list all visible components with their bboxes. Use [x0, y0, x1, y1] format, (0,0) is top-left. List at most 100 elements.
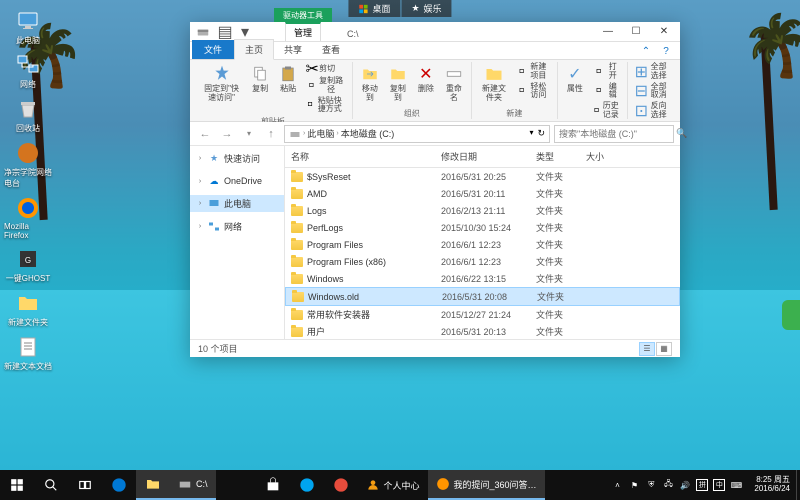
show-desktop-button[interactable]	[796, 470, 800, 500]
file-row[interactable]: Logs2016/2/13 21:11文件夹	[285, 202, 680, 219]
file-row[interactable]: 用户2016/5/31 20:13文件夹	[285, 323, 680, 339]
select-all-button[interactable]: ⊞全部选择	[632, 62, 672, 82]
desktop-icon-app-1[interactable]: 净宗学院网络电台	[4, 140, 52, 189]
search-button[interactable]	[34, 470, 68, 500]
tray-ime-icon-2[interactable]: 中	[713, 479, 725, 491]
cut-button[interactable]: ✂剪切	[303, 62, 348, 76]
explorer-taskbar-button[interactable]	[136, 470, 170, 500]
forward-button[interactable]: →	[218, 125, 236, 143]
tray-ime-icon[interactable]: 拼	[696, 479, 708, 491]
desktop-icon-this-pc[interactable]: 此电脑	[4, 8, 52, 46]
desktop-icon-recycle-bin[interactable]: 回收站	[4, 96, 52, 134]
personal-center-button[interactable]: 个人中心	[358, 470, 428, 500]
search-box[interactable]: 🔍	[554, 125, 674, 143]
file-row[interactable]: Program Files (x86)2016/6/1 12:23文件夹	[285, 253, 680, 270]
tray-shield-icon[interactable]: ⛨	[645, 479, 657, 491]
navigation-pane: ›★快速访问 ›☁OneDrive ›此电脑 ›网络	[190, 146, 285, 339]
context-sub-tab[interactable]: 管理	[285, 22, 321, 41]
tray-up-icon[interactable]: ˄	[611, 479, 623, 491]
qat-dropdown[interactable]: ▾	[236, 24, 254, 40]
close-button[interactable]: ✕	[650, 23, 678, 41]
file-row[interactable]: $SysReset2016/5/31 20:25文件夹	[285, 168, 680, 185]
select-none-button[interactable]: ⊟全部取消	[632, 82, 672, 102]
tab-view[interactable]: 查看	[312, 40, 350, 59]
tab-share[interactable]: 共享	[274, 40, 312, 59]
column-type[interactable]: 类型	[530, 148, 580, 165]
rename-button[interactable]: 重命名	[441, 62, 467, 105]
nav-network[interactable]: ›网络	[190, 218, 284, 235]
history-button[interactable]: ▫历史记录	[590, 101, 623, 121]
copy-button[interactable]: 复制	[247, 62, 273, 96]
ribbon-collapse[interactable]: ⌃	[638, 43, 654, 59]
desktop-icon-ghost[interactable]: G一键GHOST	[4, 246, 52, 284]
app-button-1[interactable]	[290, 470, 324, 500]
minimize-button[interactable]: —	[594, 23, 622, 41]
clock[interactable]: 8:25 周五 2016/6/24	[748, 476, 796, 494]
start-button[interactable]	[0, 470, 34, 500]
top-tab-entertainment[interactable]: ★娱乐	[401, 0, 451, 17]
help-button[interactable]: ?	[658, 43, 674, 59]
top-tab-desktop[interactable]: 桌面	[348, 0, 400, 17]
qat-properties[interactable]: ▤	[216, 24, 234, 40]
nav-quick-access[interactable]: ›★快速访问	[190, 150, 284, 167]
icons-view-button[interactable]: ▦	[656, 342, 672, 356]
refresh-icon[interactable]: ↻	[537, 128, 545, 139]
tray-flag-icon[interactable]: ⚑	[628, 479, 640, 491]
copy-path-button[interactable]: ▫复制路径	[303, 76, 348, 96]
app-button-2[interactable]	[324, 470, 358, 500]
tray-ime-icon-3[interactable]: ⌨	[730, 479, 742, 491]
paste-button[interactable]: 粘贴	[275, 62, 301, 96]
file-row[interactable]: PerfLogs2015/10/30 15:24文件夹	[285, 219, 680, 236]
file-tab[interactable]: 文件	[192, 40, 234, 59]
dropdown-icon[interactable]: ▾	[529, 128, 533, 139]
side-panel-handle[interactable]	[782, 300, 800, 330]
search-input[interactable]	[559, 129, 676, 139]
tray-network-icon[interactable]: 🖧	[662, 479, 674, 491]
copy-to-button[interactable]: 复制到	[385, 62, 411, 105]
edit-button[interactable]: ▫编辑	[590, 82, 623, 102]
column-size[interactable]: 大小	[580, 148, 630, 165]
move-to-button[interactable]: 移动到	[357, 62, 383, 105]
file-row[interactable]: 常用软件安装器2015/12/27 21:24文件夹	[285, 306, 680, 323]
breadcrumb-segment[interactable]: 此电脑	[307, 127, 334, 140]
invert-selection-button[interactable]: ⊡反向选择	[632, 101, 672, 121]
title-path: C:\	[337, 27, 369, 41]
details-view-button[interactable]: ☰	[639, 342, 655, 356]
column-name[interactable]: 名称	[285, 148, 435, 165]
pin-quick-access-button[interactable]: 固定到"快速访问"	[198, 62, 245, 105]
taskview-button[interactable]	[68, 470, 102, 500]
easy-access-button[interactable]: ▫轻松访问	[514, 82, 553, 102]
cdrive-taskbar-button[interactable]: C:\	[170, 470, 216, 500]
file-row[interactable]: Program Files2016/6/1 12:23文件夹	[285, 236, 680, 253]
open-button[interactable]: ▫打开	[590, 62, 623, 82]
recent-dropdown[interactable]: ▾	[240, 125, 258, 143]
desktop-icon-firefox[interactable]: Mozilla Firefox	[4, 195, 52, 240]
file-row[interactable]: Windows.old2016/5/31 20:08文件夹	[285, 287, 680, 306]
tray-volume-icon[interactable]: 🔊	[679, 479, 691, 491]
column-date[interactable]: 修改日期	[435, 148, 530, 165]
desktop-icon-textfile[interactable]: 新建文本文档	[4, 334, 52, 372]
store-button[interactable]	[256, 470, 290, 500]
tab-home[interactable]: 主页	[234, 39, 274, 60]
back-button[interactable]: ←	[196, 125, 214, 143]
up-button[interactable]: ↑	[262, 125, 280, 143]
properties-button[interactable]: ✓属性	[562, 62, 588, 96]
file-row[interactable]: Windows2016/6/22 13:15文件夹	[285, 270, 680, 287]
ribbon-tabs: 文件 主页 共享 查看 ⌃ ?	[190, 42, 680, 60]
paste-shortcut-button[interactable]: ▫粘贴快捷方式	[303, 96, 348, 116]
nav-onedrive[interactable]: ›☁OneDrive	[190, 173, 284, 189]
firefox-taskbar-button[interactable]: 我的提问_360问答…	[428, 470, 545, 500]
file-row[interactable]: AMD2016/5/31 20:11文件夹	[285, 185, 680, 202]
desktop-icon-network[interactable]: 网络	[4, 52, 52, 90]
edge-button[interactable]	[102, 470, 136, 500]
breadcrumb-segment[interactable]: 本地磁盘 (C:)	[341, 127, 395, 140]
breadcrumb[interactable]: › 此电脑 › 本地磁盘 (C:) ▾↻	[284, 125, 550, 143]
desktop-icon-folder[interactable]: 新建文件夹	[4, 290, 52, 328]
nav-this-pc[interactable]: ›此电脑	[190, 195, 284, 212]
maximize-button[interactable]: ☐	[622, 23, 650, 41]
delete-button[interactable]: ✕删除	[413, 62, 439, 96]
new-folder-button[interactable]: 新建文件夹	[476, 62, 512, 105]
folder-icon	[291, 310, 303, 320]
file-explorer-window: ▤ ▾ 驱动器工具 管理 C:\ — ☐ ✕ 文件 主页 共享 查看 ⌃ ? 固…	[190, 22, 680, 357]
new-item-button[interactable]: ▫新建项目	[514, 62, 553, 82]
